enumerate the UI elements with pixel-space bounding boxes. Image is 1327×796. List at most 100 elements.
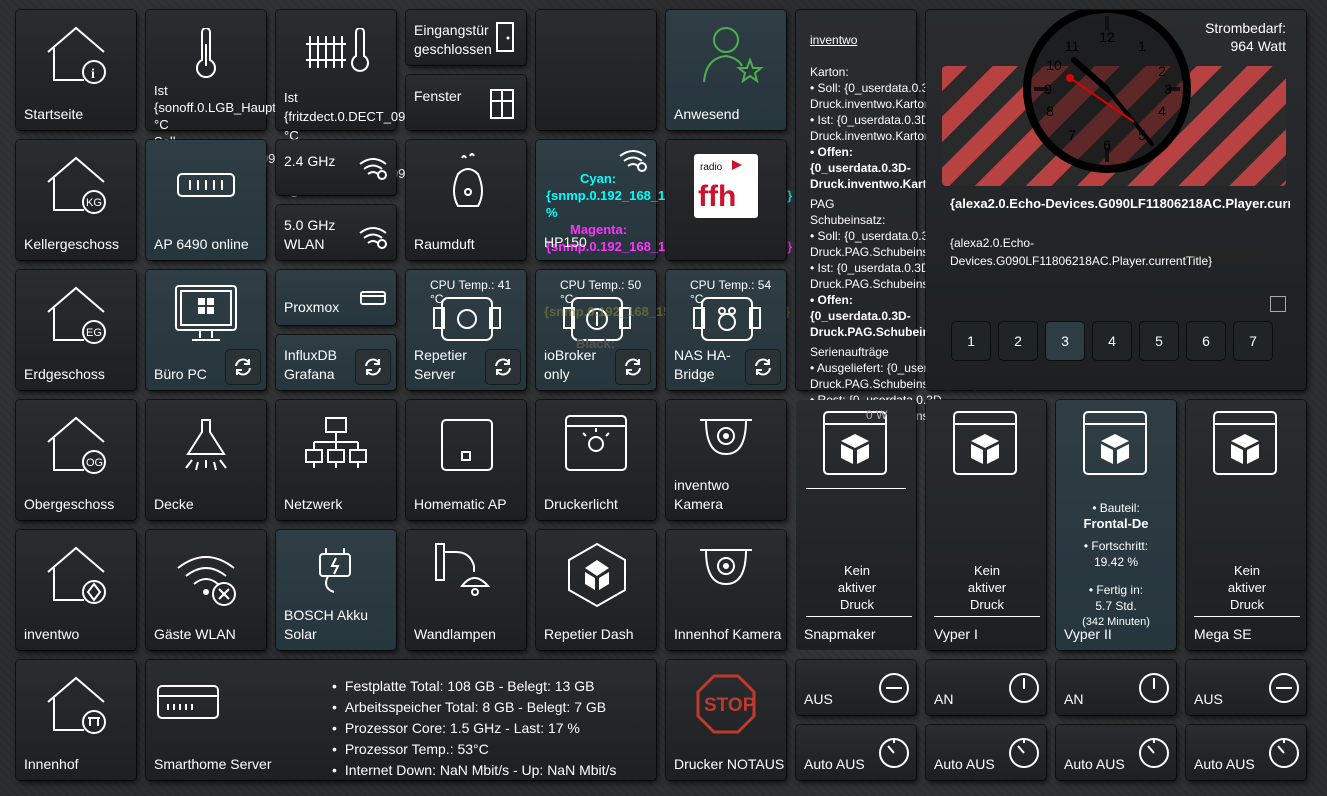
strom-value: 964 Watt [1230, 38, 1286, 54]
preset-button-2[interactable]: 2 [999, 322, 1037, 360]
ap-tile[interactable]: AP 6490 online [146, 140, 266, 260]
home-info-icon: i [44, 22, 110, 86]
inventwo-kamera-tile[interactable]: inventwo Kamera [666, 400, 786, 520]
stat-cpu: Prozessor Core: 1.5 GHz - Last: 17 % [332, 718, 616, 739]
vyper1-tile[interactable]: Kein aktiver Druck Vyper I [926, 400, 1046, 650]
netzwerk-label: Netzwerk [284, 496, 343, 512]
megase-sep [1194, 616, 1300, 617]
buero-pc-tile[interactable]: Büro PC [146, 270, 266, 390]
anwesend-tile[interactable]: Anwesend [666, 10, 786, 130]
vyper2-bauteil-label: • Bauteil: [1092, 501, 1140, 515]
nas-label: NAS HA-Bridge [674, 347, 731, 382]
camera-dome-icon [698, 414, 754, 460]
snapmaker-sep-bottom [806, 616, 912, 617]
svg-text:2: 2 [1158, 63, 1166, 79]
nav-obergeschoss-label: Obergeschoss [24, 496, 115, 512]
preset-button-1[interactable]: 1 [952, 322, 990, 360]
raumduft-tile[interactable]: Raumduft [406, 140, 526, 260]
radio-ffh-tile[interactable]: radio ffh [666, 140, 786, 260]
printer-tile[interactable]: Cyan: {snmp.0.192_168_150_1.HP150_Toner1… [536, 140, 792, 260]
server-icon [156, 680, 220, 724]
notaus-label: Drucker NOTAUS [674, 756, 785, 772]
svg-text:11: 11 [1065, 38, 1080, 54]
stat-internet: Internet Down: NaN Mbit/s - Up: NaN Mbit… [332, 760, 617, 780]
vyper2-fertig: 5.7 Std. [1095, 599, 1137, 613]
decke-tile[interactable]: Decke [146, 400, 266, 520]
camera-dome-icon-2 [698, 544, 754, 590]
auto-tile-3[interactable]: Auto AUS [1056, 725, 1176, 780]
auto-tile-4[interactable]: Auto AUS [1186, 725, 1306, 780]
nav-kellergeschoss-label: Kellergeschoss [24, 236, 119, 252]
door-icon [496, 22, 514, 52]
refresh-buero-button[interactable] [226, 350, 260, 384]
proxmox-tile[interactable]: Proxmox [276, 270, 396, 325]
thermometer-icon [194, 28, 218, 78]
preset-button-3[interactable]: 3 [1046, 322, 1084, 360]
repetier-server-tile[interactable]: CPU Temp.: 41 °C Repetier Server [406, 270, 526, 390]
auto-tile-2[interactable]: Auto AUS [926, 725, 1046, 780]
auto-tile-1[interactable]: Auto AUS [796, 725, 916, 780]
iobroker-tile[interactable]: CPU Temp.: 50 °C {snmp.0.192_168_150_1.H… [536, 270, 790, 390]
power-tile-4[interactable]: AUS [1186, 660, 1306, 715]
nav-kellergeschoss[interactable]: KG Kellergeschoss [16, 140, 136, 260]
refresh-nas-button[interactable] [746, 350, 780, 384]
nas-tile[interactable]: CPU Temp.: 54 °C NAS HA-Bridge [666, 270, 786, 390]
refresh-repetier-button[interactable] [486, 350, 520, 384]
refresh-iobroker-button[interactable] [616, 350, 650, 384]
nav-startseite[interactable]: i Startseite [16, 10, 136, 130]
vyper2-fort: 19.42 % [1093, 555, 1139, 569]
megase-tile[interactable]: Kein aktiver Druck Mega SE [1186, 400, 1306, 650]
homematic-tile[interactable]: Homematic AP [406, 400, 526, 520]
preset-button-6[interactable]: 6 [1187, 322, 1225, 360]
timer-icon-4 [1268, 737, 1300, 769]
power-tile-1[interactable]: AUS [796, 660, 916, 715]
wifi5-label: 5.0 GHz WLAN [284, 217, 336, 252]
smarthome-server-tile: Smarthome Server Festplatte Total: 108 G… [146, 660, 656, 780]
refresh-influx-button[interactable] [356, 350, 390, 384]
empty-tile [536, 10, 656, 130]
gaeste-wlan-tile[interactable]: Gäste WLAN [146, 530, 266, 650]
power-tile-3[interactable]: AN [1056, 660, 1176, 715]
radiator-icon [306, 28, 370, 74]
svg-text:9: 9 [1044, 81, 1052, 97]
bosch-tile[interactable]: BOSCH Akku Solar [276, 530, 396, 650]
wandlampen-tile[interactable]: Wandlampen [406, 530, 526, 650]
printer-light-icon [564, 414, 628, 474]
nav-erdgeschoss[interactable]: EG Erdgeschoss [16, 270, 136, 390]
nav-obergeschoss[interactable]: OG Obergeschoss [16, 400, 136, 520]
vyper1-sep [934, 616, 1040, 617]
wifi5-tile[interactable]: 5.0 GHz WLAN [276, 205, 396, 260]
badge-eg: EG [86, 327, 102, 339]
thermometer-tile[interactable]: Ist {sonoff.0.LGB_Haupt_1_Temperature} °… [146, 10, 379, 183]
raumduft-label: Raumduft [414, 236, 475, 252]
repetier-dash-tile[interactable]: Repetier Dash [536, 530, 656, 650]
door-tile[interactable]: Eingangstür geschlossen [406, 10, 526, 65]
heater-tile[interactable]: Ist {fritzdect.0.DECT_099950009498.tist}… [276, 10, 509, 200]
nav-innenhof[interactable]: Innenhof [16, 660, 136, 780]
influx-tile[interactable]: InfluxDB Grafana [276, 335, 396, 390]
vyper2-details: • Bauteil: Frontal-De • Fortschritt: 19.… [1056, 500, 1176, 630]
netzwerk-tile[interactable]: Netzwerk [276, 400, 396, 520]
notaus-tile[interactable]: STOP Drucker NOTAUS [666, 660, 786, 780]
influx-label: InfluxDB Grafana [284, 347, 337, 382]
power-icon [1008, 672, 1040, 704]
window-tile[interactable]: Fenster [406, 75, 526, 130]
stat-disk: Festplatte Total: 108 GB - Belegt: 13 GB [332, 676, 616, 697]
power-tile-2[interactable]: AN [926, 660, 1046, 715]
preset-button-7[interactable]: 7 [1234, 322, 1272, 360]
wifi24-tile[interactable]: 2.4 GHz [276, 140, 396, 195]
anwesend-label: Anwesend [674, 106, 740, 122]
preset-button-5[interactable]: 5 [1140, 322, 1178, 360]
preset-button-4[interactable]: 4 [1093, 322, 1131, 360]
nav-inventwo-label: inventwo [24, 626, 80, 642]
pag-heading: PAG Schubeinsatz: [810, 197, 886, 227]
bosch-label: BOSCH Akku Solar [284, 607, 369, 642]
snapmaker-card[interactable]: Kein aktiver Druck Snapmaker [796, 400, 916, 650]
homematic-ap-icon [440, 418, 494, 472]
innenhof-kamera-tile[interactable]: Innenhof Kamera [666, 530, 786, 650]
vyper2-tile[interactable]: • Bauteil: Frontal-De • Fortschritt: 19.… [1056, 400, 1176, 650]
clock-icon: 121234567891011 [1023, 10, 1191, 173]
nav-inventwo[interactable]: inventwo [16, 530, 136, 650]
druckerlicht-tile[interactable]: Druckerlicht [536, 400, 656, 520]
nav-startseite-label: Startseite [24, 106, 84, 122]
